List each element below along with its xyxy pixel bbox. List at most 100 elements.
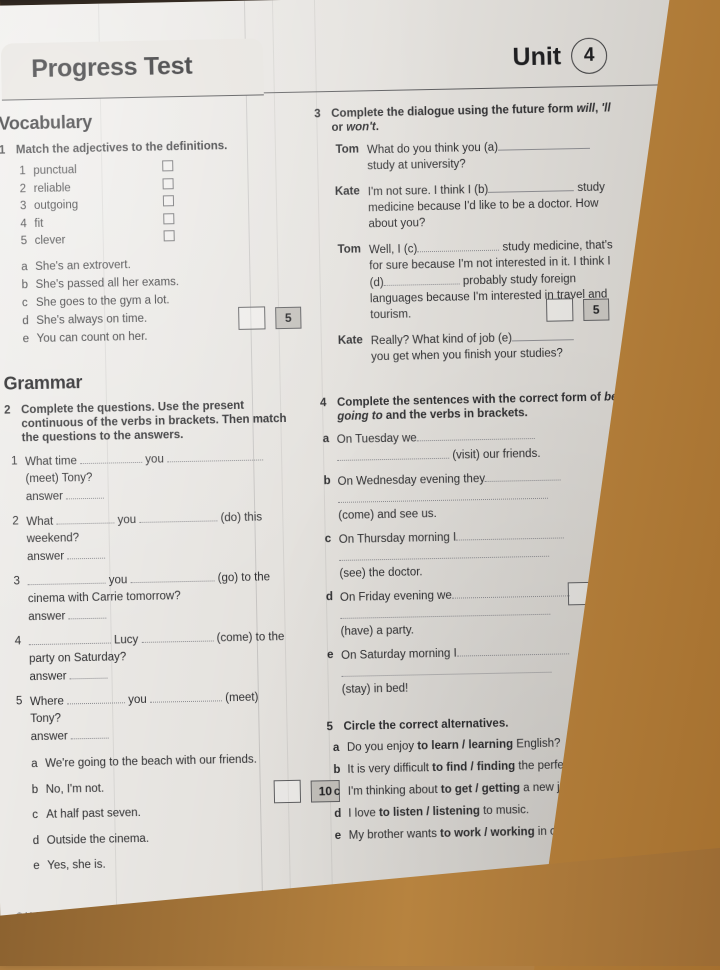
answer-rule[interactable] bbox=[28, 631, 111, 646]
answer-rule[interactable] bbox=[484, 468, 562, 482]
answer-rule[interactable] bbox=[455, 526, 565, 541]
answer-box[interactable] bbox=[163, 230, 175, 242]
answer-label: answer bbox=[28, 610, 66, 624]
answer-rule[interactable] bbox=[456, 642, 569, 657]
answer-box[interactable] bbox=[162, 195, 175, 207]
answer-rule[interactable] bbox=[65, 486, 105, 500]
row-cont-text: (come) and see us. bbox=[338, 507, 437, 522]
dialogue-line: Tom What do you think you (a) study at un… bbox=[325, 136, 626, 175]
item-text: fit bbox=[34, 217, 44, 230]
answer-rule[interactable] bbox=[68, 606, 107, 620]
header-divider bbox=[263, 84, 664, 94]
answer-rule[interactable] bbox=[166, 448, 264, 463]
answer-rule[interactable] bbox=[383, 272, 460, 286]
answer-rule[interactable] bbox=[417, 238, 500, 253]
dialogue-text: Really? What kind of job (e) you get when… bbox=[371, 327, 630, 365]
answer-rule[interactable] bbox=[130, 569, 215, 584]
row-alternatives[interactable]: to learn / learning bbox=[417, 738, 513, 752]
answer-rule[interactable] bbox=[337, 486, 549, 503]
item-letter: e bbox=[33, 860, 40, 873]
row-cont-text: (have) a party. bbox=[340, 624, 415, 638]
answer-rule[interactable] bbox=[336, 446, 450, 461]
alternative-row[interactable]: d I love to listen / listening to music. bbox=[334, 800, 638, 823]
item-text: No, I'm not. bbox=[45, 782, 105, 796]
answer-label: answer bbox=[25, 490, 64, 504]
answer-rule[interactable] bbox=[340, 602, 551, 619]
question-post: (come) to the bbox=[216, 631, 285, 645]
answer-rule[interactable] bbox=[338, 544, 550, 561]
question-number: 1 bbox=[11, 455, 18, 468]
score-max: 5 bbox=[604, 581, 632, 605]
item-text: She's an extrovert. bbox=[35, 258, 131, 273]
question-row: 2 What you (do) this weekend? answer bbox=[12, 508, 307, 567]
answer-label: answer bbox=[30, 730, 68, 744]
answer-rule[interactable] bbox=[139, 509, 218, 523]
item-letter: b bbox=[21, 278, 29, 291]
item-text: She's passed all her exams. bbox=[35, 275, 180, 291]
answer-rule[interactable] bbox=[56, 511, 115, 525]
question-row: 5 Where you (meet) Tony? answer bbox=[16, 688, 311, 747]
speaker-name: Kate bbox=[337, 334, 363, 347]
alternative-row[interactable]: c I'm thinking about to get / getting a … bbox=[334, 778, 638, 801]
score-input-box[interactable] bbox=[238, 306, 266, 330]
answer-box[interactable] bbox=[162, 160, 174, 172]
question-cont: cinema with Carrie tomorrow? bbox=[27, 590, 181, 606]
row-text: On Thursday morning I bbox=[338, 531, 457, 546]
question-number: 4 bbox=[14, 635, 22, 648]
row-alternatives[interactable]: to find / finding bbox=[432, 760, 515, 774]
row-cont: (come) and see us. bbox=[337, 485, 633, 524]
question-pre: What time bbox=[25, 455, 78, 469]
answer-rule[interactable] bbox=[416, 426, 535, 442]
answer-box[interactable] bbox=[162, 177, 174, 189]
answer-rule[interactable] bbox=[511, 328, 575, 342]
row-cont: (see) the doctor. bbox=[338, 543, 634, 582]
answer-rule[interactable] bbox=[66, 691, 126, 705]
sentence-row: b On Wednesday evening they (come) and s… bbox=[323, 467, 633, 524]
row-cont-text: (stay) in bed! bbox=[341, 682, 409, 696]
answer-rule[interactable] bbox=[69, 666, 108, 680]
exercise-4-instruction: Complete the sentences with the correct … bbox=[337, 390, 631, 424]
dialogue: Tom What do you think you (a) study at un… bbox=[325, 136, 629, 366]
alternative-row[interactable]: a Do you enjoy to learn / learning Engli… bbox=[333, 734, 637, 757]
row-pre: I'm thinking about bbox=[347, 783, 441, 798]
item-text: We're going to the beach with our friend… bbox=[45, 753, 257, 770]
answer-rule[interactable] bbox=[149, 689, 223, 703]
answer-rule[interactable] bbox=[27, 571, 106, 586]
answer-rule[interactable] bbox=[341, 660, 552, 677]
row-alternatives[interactable]: to listen / listening bbox=[379, 805, 480, 819]
question-post: (do) this bbox=[220, 511, 263, 525]
answer-rule[interactable] bbox=[488, 179, 575, 193]
score-input-box[interactable] bbox=[603, 781, 632, 805]
answer-rule[interactable] bbox=[70, 726, 110, 740]
alternative-row[interactable]: e My brother wants to work / working in … bbox=[335, 822, 639, 845]
exercise-2-number: 2 bbox=[4, 404, 11, 417]
row-post: in construction. bbox=[534, 824, 616, 839]
row-alternatives[interactable]: to get / getting bbox=[441, 782, 520, 796]
item-letter: a bbox=[31, 758, 38, 771]
answer-rule[interactable] bbox=[79, 450, 143, 465]
answer-rule[interactable] bbox=[141, 629, 214, 643]
row-alternatives[interactable]: to work / working bbox=[440, 826, 535, 840]
question-row: 4 Lucy (come) to the party on Saturday? … bbox=[15, 628, 310, 687]
exercise-1-score: 5 bbox=[238, 306, 302, 330]
score-input-box[interactable] bbox=[273, 779, 302, 804]
answer-box[interactable] bbox=[163, 212, 175, 224]
list-item: d Outside the cinema. bbox=[33, 827, 313, 849]
score-input-box[interactable] bbox=[567, 581, 596, 606]
answer-label: answer bbox=[29, 670, 67, 684]
answer-rule[interactable] bbox=[451, 584, 570, 599]
page-title: Progress Test bbox=[30, 51, 193, 84]
row-post: English? bbox=[512, 737, 561, 751]
row-letter: e bbox=[334, 829, 342, 843]
answer-rule[interactable] bbox=[67, 546, 106, 560]
row-cont: (visit) our friends. bbox=[336, 443, 631, 466]
list-item: e Yes, she is. bbox=[33, 853, 313, 875]
alternative-row[interactable]: b It is very difficult to find / finding… bbox=[333, 756, 637, 779]
answer-rule[interactable] bbox=[497, 136, 591, 151]
row-cont: (stay) in bed! bbox=[341, 659, 636, 698]
unit-number: 4 bbox=[570, 37, 608, 75]
item-text: You can count on her. bbox=[36, 330, 148, 345]
item-text: Yes, she is. bbox=[47, 858, 106, 872]
question-number: 5 bbox=[15, 695, 23, 708]
score-input-box[interactable] bbox=[545, 298, 574, 322]
